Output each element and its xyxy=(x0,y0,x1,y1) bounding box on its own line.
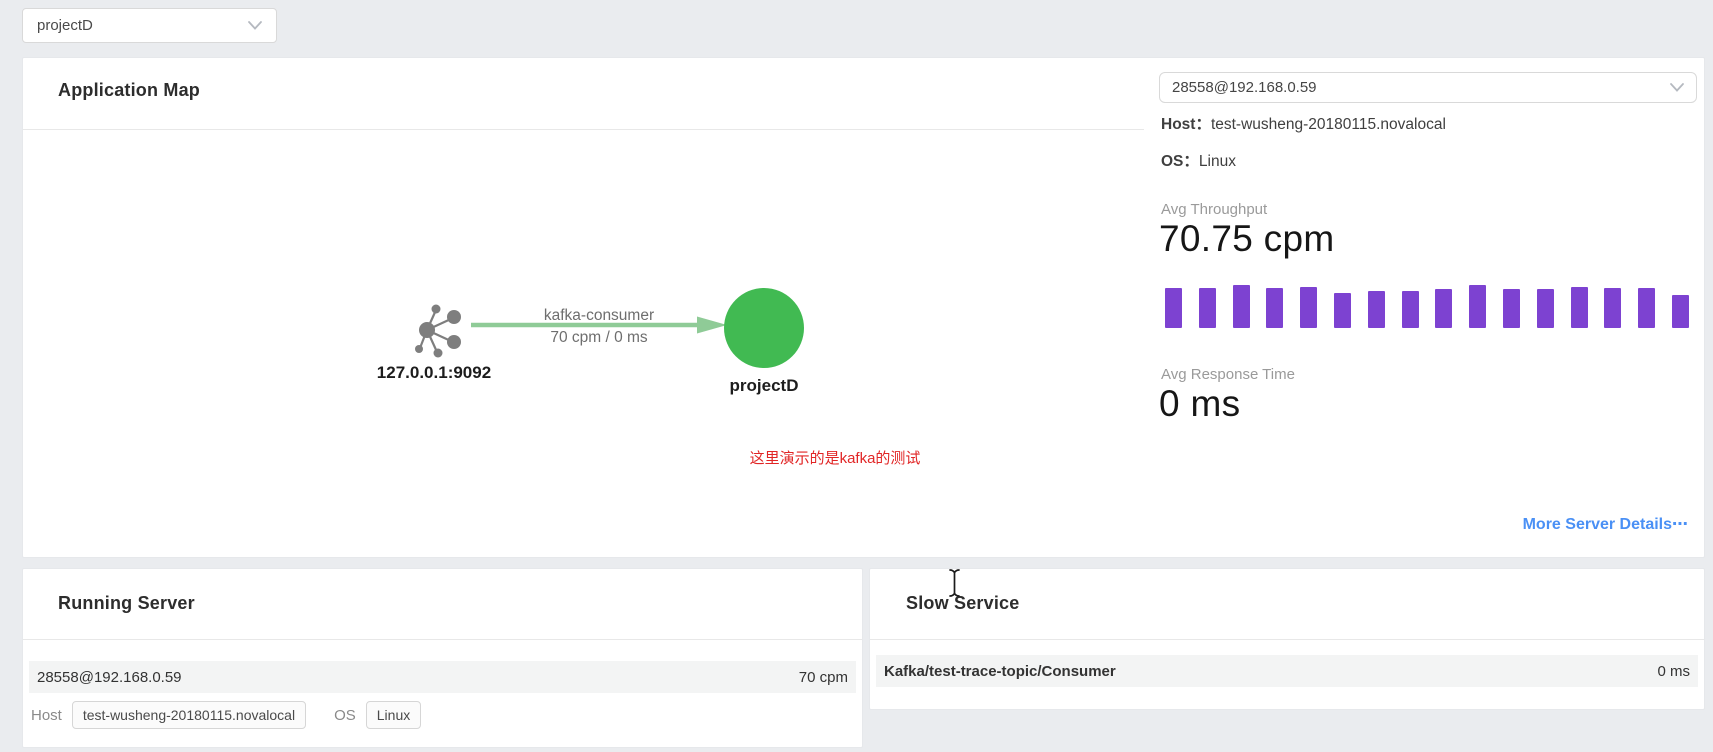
chevron-down-icon xyxy=(1670,83,1684,92)
host-label: Host xyxy=(31,707,62,724)
host-line: Host：test-wusheng-20180115.novalocal xyxy=(1161,112,1446,134)
avg-response-label: Avg Response Time xyxy=(1161,366,1295,383)
running-server-title: Running Server xyxy=(58,593,195,614)
throughput-bar xyxy=(1233,285,1250,328)
host-os-row: Host test-wusheng-20180115.novalocal OS … xyxy=(31,700,421,730)
os-badge: Linux xyxy=(366,701,421,729)
host-value: test-wusheng-20180115.novalocal xyxy=(1211,116,1446,133)
more-server-details-link[interactable]: More Server Details⋯ xyxy=(1523,514,1688,534)
apm-dashboard: { "colors": { "bar_purple": "#7d42d1", "… xyxy=(0,0,1713,752)
server-selector-value: 28558@192.168.0.59 xyxy=(1172,79,1317,96)
map-annotation: 这里演示的是kafka的测试 xyxy=(685,447,985,468)
application-map-title: Application Map xyxy=(58,80,200,101)
running-server-row[interactable]: 28558@192.168.0.59 70 cpm xyxy=(29,661,856,693)
running-server-divider xyxy=(23,639,862,640)
throughput-bar xyxy=(1435,289,1452,328)
edge-label: kafka-consumer xyxy=(469,307,729,325)
throughput-bar xyxy=(1199,288,1216,328)
slow-service-title: Slow Service xyxy=(906,593,1019,614)
throughput-bar xyxy=(1672,295,1689,328)
application-map-panel: Application Map 127.0.0.1:9092 xyxy=(22,57,1705,558)
throughput-bar xyxy=(1266,288,1283,328)
kafka-broker-node-icon[interactable] xyxy=(406,301,464,366)
running-server-panel: Running Server 28558@192.168.0.59 70 cpm… xyxy=(22,568,863,748)
avg-throughput-label: Avg Throughput xyxy=(1161,201,1267,218)
os-value: Linux xyxy=(1199,153,1236,170)
title-divider xyxy=(23,129,1144,130)
server-instance-cpm: 70 cpm xyxy=(799,669,848,686)
application-selector-value: projectD xyxy=(37,17,93,34)
throughput-bar-chart xyxy=(1165,284,1689,328)
host-label: Host： xyxy=(1161,116,1211,133)
edge-metrics-label: 70 cpm / 0 ms xyxy=(469,329,729,347)
os-line: OS：Linux xyxy=(1161,149,1236,171)
slow-service-divider xyxy=(870,639,1704,640)
target-node-label[interactable]: projectD xyxy=(684,376,844,396)
server-selector[interactable]: 28558@192.168.0.59 xyxy=(1159,72,1697,103)
throughput-bar xyxy=(1165,288,1182,328)
os-label: OS xyxy=(334,707,356,724)
server-instance-name: 28558@192.168.0.59 xyxy=(37,669,182,686)
slow-service-latency: 0 ms xyxy=(1657,663,1690,680)
throughput-bar xyxy=(1537,289,1554,328)
source-node-label[interactable]: 127.0.0.1:9092 xyxy=(334,363,534,383)
throughput-bar xyxy=(1503,289,1520,328)
throughput-bar xyxy=(1571,287,1588,328)
target-node-circle[interactable] xyxy=(724,288,804,368)
chevron-down-icon xyxy=(248,21,262,30)
throughput-bar xyxy=(1604,288,1621,328)
application-selector[interactable]: projectD xyxy=(22,8,277,43)
host-badge: test-wusheng-20180115.novalocal xyxy=(72,701,306,729)
throughput-bar xyxy=(1334,293,1351,328)
os-label: OS： xyxy=(1161,153,1199,170)
avg-throughput-value: 70.75 cpm xyxy=(1159,218,1334,260)
avg-response-value: 0 ms xyxy=(1159,383,1240,425)
slow-service-panel: Slow Service Kafka/test-trace-topic/Cons… xyxy=(869,568,1705,710)
throughput-bar xyxy=(1368,291,1385,328)
throughput-bar xyxy=(1300,287,1317,328)
throughput-bar xyxy=(1469,285,1486,328)
throughput-bar xyxy=(1402,291,1419,328)
slow-service-name: Kafka/test-trace-topic/Consumer xyxy=(884,663,1116,680)
throughput-bar xyxy=(1638,288,1655,328)
slow-service-row[interactable]: Kafka/test-trace-topic/Consumer 0 ms xyxy=(876,655,1698,687)
